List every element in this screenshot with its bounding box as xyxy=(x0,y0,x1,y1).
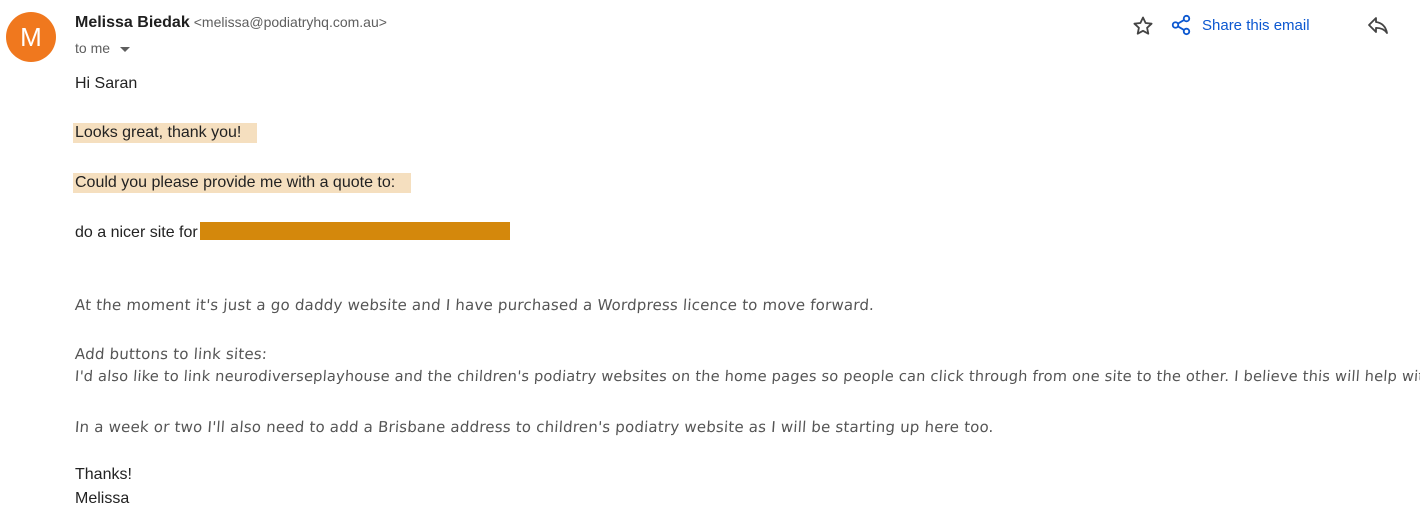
share-icon xyxy=(1171,14,1191,36)
share-email-label: Share this email xyxy=(1202,16,1310,34)
message-text: do a nicer site for xyxy=(75,224,198,241)
share-email-button[interactable]: Share this email xyxy=(1170,14,1310,36)
sender-line: Melissa Biedak <melissa@podiatryhq.com.au… xyxy=(75,14,387,32)
message-paragraph: At the moment it's just a go daddy websi… xyxy=(74,296,875,314)
chevron-down-icon xyxy=(120,46,131,52)
message-paragraph: Add buttons to link sites: xyxy=(74,345,268,363)
redaction-block xyxy=(199,222,510,240)
recipient-label: to me xyxy=(75,40,111,56)
signoff: Thanks! xyxy=(75,466,132,483)
message-paragraph: In a week or two I'll also need to add a… xyxy=(74,418,995,436)
sender-avatar[interactable]: M xyxy=(6,12,56,62)
message-line: do a nicer site for xyxy=(75,222,510,242)
message-line: Looks great, thank you! xyxy=(73,123,258,143)
sender-email: <melissa@podiatryhq.com.au> xyxy=(193,14,387,30)
recipient-toggle[interactable]: to me xyxy=(75,40,131,56)
star-icon[interactable] xyxy=(1131,14,1155,38)
highlighted-text: Looks great, thank you! xyxy=(73,123,258,143)
message-paragraph: I'd also like to link neurodiverseplayho… xyxy=(74,368,1420,385)
sender-name[interactable]: Melissa Biedak xyxy=(75,14,190,31)
reply-icon[interactable] xyxy=(1366,14,1390,38)
highlighted-text: Could you please provide me with a quote… xyxy=(73,173,412,193)
greeting: Hi Saran xyxy=(75,75,138,92)
message-line: Could you please provide me with a quote… xyxy=(73,173,412,193)
signature: Melissa xyxy=(75,490,130,507)
